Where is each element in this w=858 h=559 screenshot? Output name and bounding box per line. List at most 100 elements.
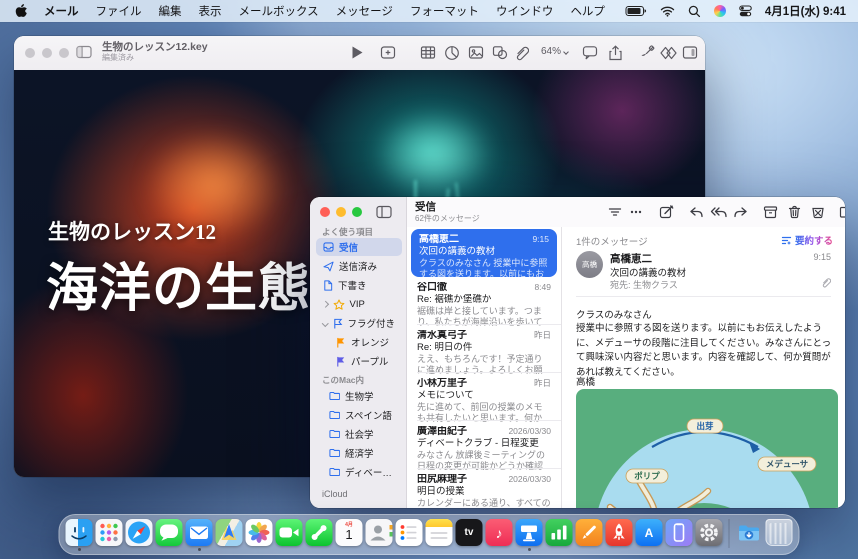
menu-window[interactable]: ウインドウ <box>496 3 554 19</box>
sidebar-item-flag-orange[interactable]: オレンジ <box>316 333 402 351</box>
dock-maps[interactable] <box>216 519 243 546</box>
sidebar-item-vip[interactable]: VIP <box>316 295 402 313</box>
dock-launchpad[interactable] <box>96 519 123 546</box>
comment-button[interactable] <box>582 45 598 60</box>
menu-view[interactable]: 表示 <box>199 3 222 19</box>
dock-downloads[interactable] <box>736 519 763 546</box>
forward-icon <box>733 206 748 219</box>
table-button[interactable] <box>420 45 436 60</box>
siri-icon[interactable] <box>714 5 726 17</box>
mail-sidebar-toggle-button[interactable] <box>376 205 392 219</box>
dock-phone[interactable] <box>306 519 333 546</box>
spotlight-search[interactable] <box>688 5 701 18</box>
summarize-button[interactable]: 要約する <box>781 233 833 247</box>
reply-button[interactable] <box>685 202 707 222</box>
format-button[interactable] <box>639 45 655 61</box>
sidebar-item-flag-purple[interactable]: パープル <box>316 352 402 370</box>
control-center[interactable] <box>739 5 752 17</box>
dock-contacts[interactable] <box>366 519 393 546</box>
message-row[interactable]: 小林万里子昨日 メモについて 先に進めて、前回の授業のメモも共有したいと思います… <box>407 373 561 421</box>
dock-music[interactable]: ♪ <box>486 519 513 546</box>
junk-button[interactable] <box>807 202 829 222</box>
menu-app[interactable]: メール <box>44 3 79 19</box>
dock-calendar[interactable]: 4月 1 <box>336 519 363 546</box>
menu-file[interactable]: ファイル <box>96 3 142 19</box>
move-to-folder-button[interactable] <box>834 202 845 222</box>
dock-tv[interactable]: tv <box>456 519 483 546</box>
dock-reminders[interactable] <box>396 519 423 546</box>
zoom-button[interactable] <box>59 48 69 58</box>
menu-message[interactable]: メッセージ <box>336 3 393 19</box>
archive-button[interactable] <box>759 202 781 222</box>
apple-menu[interactable] <box>15 4 27 18</box>
filter-button[interactable] <box>604 202 626 222</box>
battery-status[interactable] <box>625 5 647 17</box>
more-button[interactable] <box>625 202 647 222</box>
menu-clock[interactable]: 4月1日(水) 9:41 <box>765 3 846 19</box>
sidebar-item-inbox[interactable]: 受信 <box>316 238 402 256</box>
menu-help[interactable]: ヘルプ <box>570 3 605 19</box>
mail-toolbar[interactable]: 受信 62件のメッセージ <box>407 197 845 227</box>
forward-button[interactable] <box>729 202 751 222</box>
message-row[interactable]: 田尻麻理子2026/03/30 明日の授業 カレンダーにある通り、すべてのプロジ… <box>407 469 561 508</box>
label-budding: 出芽 <box>696 421 714 431</box>
attachment-image[interactable]: 出芽 ポリプ メデューサ <box>576 389 838 508</box>
dock-app-store[interactable]: A <box>636 519 663 546</box>
keynote-titlebar[interactable]: 生物のレッスン12.key 編集済み 64% <box>14 36 705 70</box>
media-button[interactable] <box>468 45 484 60</box>
zoom-button[interactable] <box>352 207 362 217</box>
chart-button[interactable] <box>444 45 460 61</box>
wifi-status[interactable] <box>660 6 675 17</box>
sidebar-item-flagged[interactable]: フラグ付き <box>316 314 402 332</box>
attach-button[interactable] <box>514 45 529 61</box>
sidebar-section-on-mac: このMac内 <box>322 374 364 386</box>
animate-button[interactable] <box>660 45 677 61</box>
add-slide-button[interactable] <box>380 45 396 60</box>
sidebar-item-drafts[interactable]: 下書き <box>316 276 402 294</box>
shapes-button[interactable] <box>492 45 508 60</box>
preview-sender: 高橋恵二 <box>610 251 652 266</box>
dock-pages[interactable] <box>576 519 603 546</box>
dock-messages[interactable] <box>156 519 183 546</box>
message-row[interactable]: 清水真弓子昨日 Re: 明日の件 ええ、もちろんです！予定通りに進めましょう。よ… <box>407 325 561 373</box>
dock-system-settings[interactable] <box>696 519 723 546</box>
sidebar-folder-sociology[interactable]: 社会学 <box>316 425 402 443</box>
message-time: 9:15 <box>532 233 549 245</box>
paperclip-icon <box>514 45 529 61</box>
play-button[interactable] <box>350 45 364 60</box>
dock-safari[interactable] <box>126 519 153 546</box>
message-row[interactable]: 谷口徹8:49 Re: 裾礁か堡礁か 裾礁は岸と接しています。つまり、私たちが海… <box>407 277 561 325</box>
sidebar-item-sent[interactable]: 送信済み <box>316 257 402 275</box>
close-button[interactable] <box>320 207 330 217</box>
sidebar-folder-debate[interactable]: ディベー… <box>316 463 402 481</box>
trash-button[interactable] <box>783 202 805 222</box>
minimize-button[interactable] <box>336 207 346 217</box>
menu-edit[interactable]: 編集 <box>159 3 182 19</box>
dock-finder[interactable] <box>66 519 93 546</box>
minimize-button[interactable] <box>42 48 52 58</box>
sidebar-folder-economics[interactable]: 経済学 <box>316 444 402 462</box>
dock-games[interactable] <box>606 519 633 546</box>
message-row-selected[interactable]: 高橋恵二9:15 次回の講義の教材 クラスのみなさん 授業中に参照する図を送りま… <box>411 229 557 277</box>
close-button[interactable] <box>25 48 35 58</box>
dock-trash[interactable] <box>766 519 793 546</box>
keynote-sidebar-toggle-button[interactable] <box>76 45 92 59</box>
dock-numbers[interactable] <box>546 519 573 546</box>
document-panel-button[interactable] <box>682 45 698 60</box>
dock-facetime[interactable] <box>276 519 303 546</box>
dock-photos[interactable] <box>246 519 273 546</box>
compose-button[interactable] <box>655 202 677 222</box>
menu-mailbox[interactable]: メールボックス <box>239 3 319 19</box>
reply-all-button[interactable] <box>707 202 729 222</box>
dock-notes[interactable] <box>426 519 453 546</box>
dock-iphone-mirroring[interactable] <box>666 519 693 546</box>
dock-keynote[interactable] <box>516 519 543 546</box>
comment-icon <box>582 45 598 60</box>
dock-mail[interactable] <box>186 519 213 546</box>
sidebar-folder-spanish[interactable]: スペイン語 <box>316 406 402 424</box>
sidebar-folder-biology[interactable]: 生物学 <box>316 387 402 405</box>
menu-format[interactable]: フォーマット <box>410 3 479 19</box>
share-button[interactable] <box>608 45 623 61</box>
message-row[interactable]: 廣澤由紀子2026/03/30 ディベートクラブ - 日程変更 みなさん 放課後… <box>407 421 561 469</box>
zoom-control[interactable]: 64% <box>541 46 568 57</box>
